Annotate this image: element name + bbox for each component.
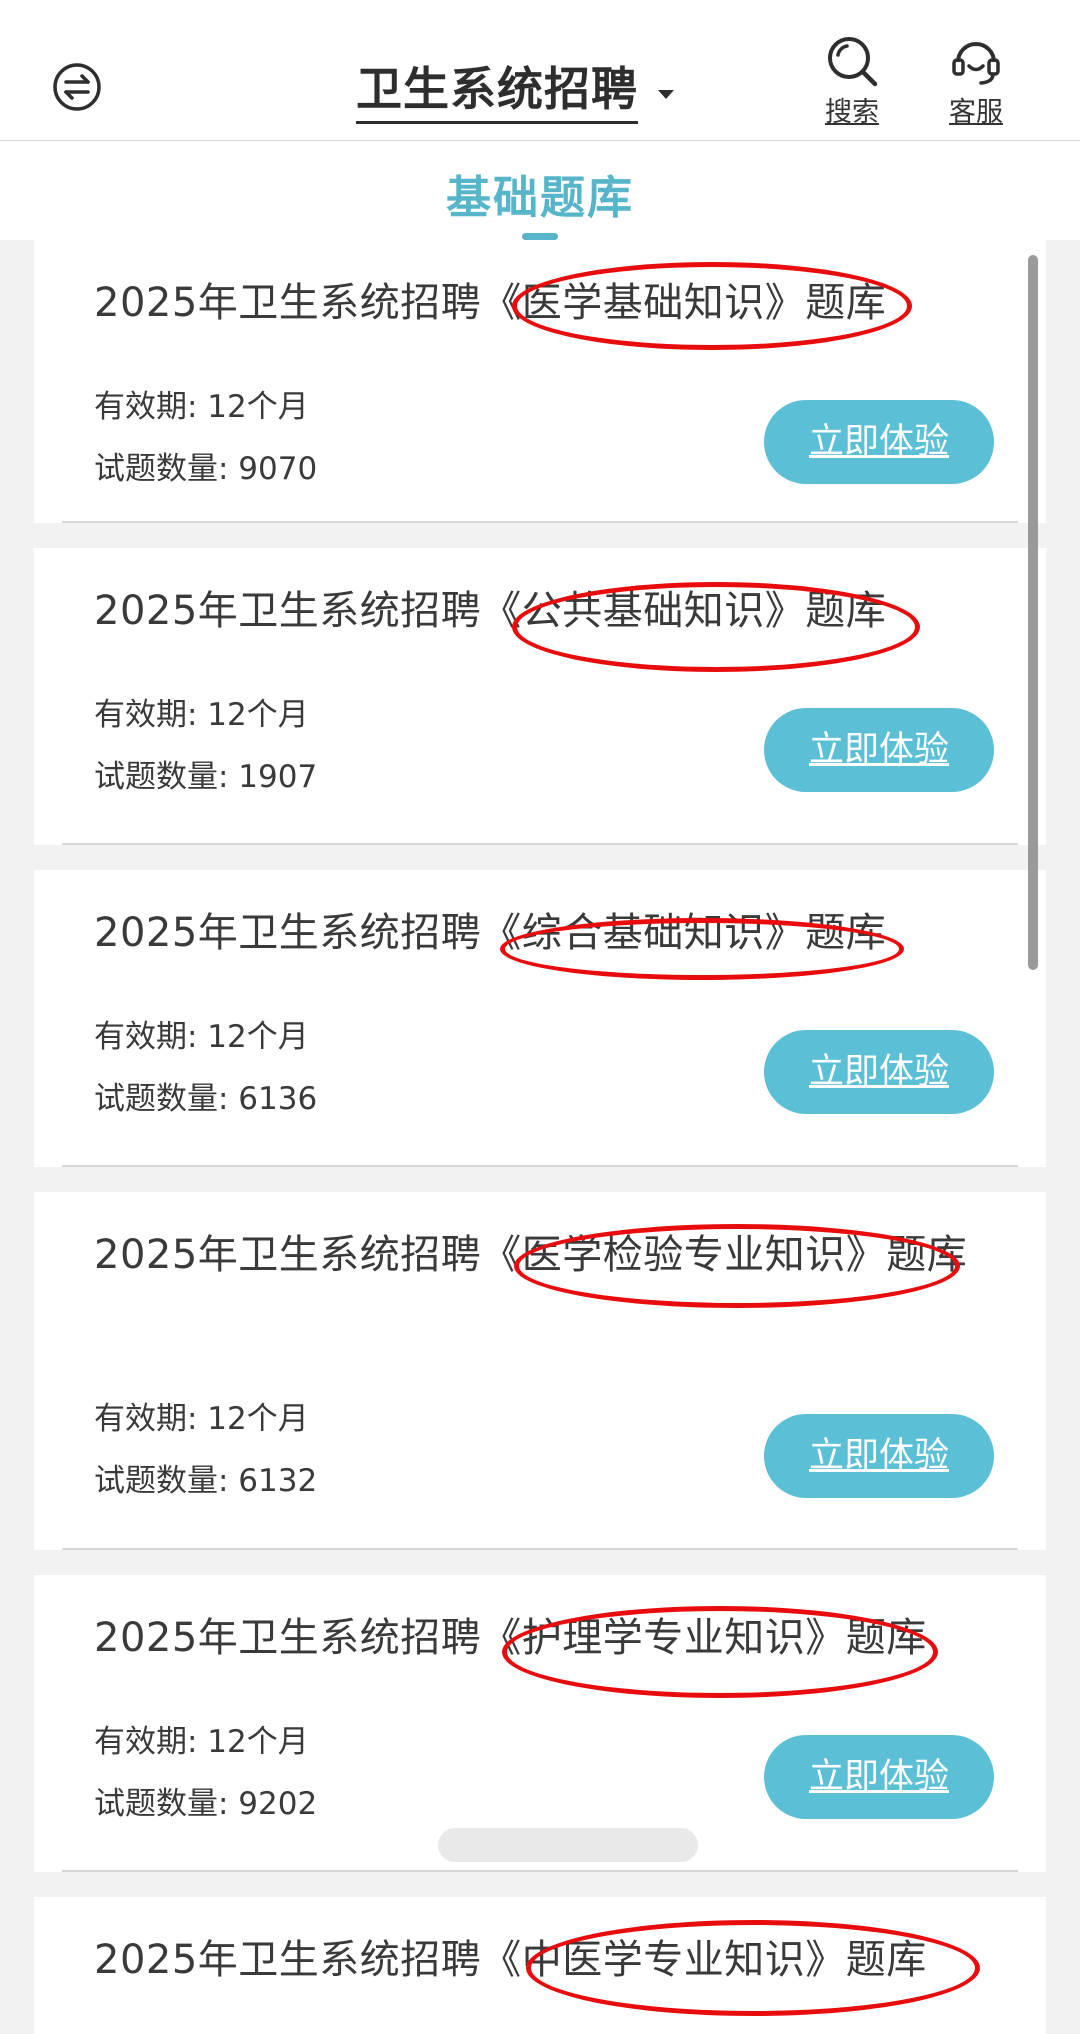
divider (62, 1548, 1018, 1550)
question-bank-card: 2025年卫生系统招聘《医学检验专业知识》题库 有效期: 12个月 试题数量: … (34, 1192, 1046, 1550)
category-dropdown[interactable]: 卫生系统招聘 (356, 58, 696, 124)
card-validity: 有效期: 12个月 (94, 1019, 309, 1055)
search-icon (828, 37, 878, 87)
search-label: 搜索 (825, 97, 879, 128)
card-validity: 有效期: 12个月 (94, 1401, 309, 1437)
try-now-button[interactable]: 立即体验 (764, 1414, 994, 1498)
card-title: 2025年卫生系统招聘《护理学专业知识》题库 (94, 1615, 927, 1661)
question-bank-list[interactable]: 2025年卫生系统招聘《医学基础知识》题库 有效期: 12个月 试题数量: 90… (0, 240, 1080, 2034)
headset-icon (952, 42, 1000, 85)
page-title: 卫生系统招聘 (356, 53, 638, 124)
tab-bar: 基础题库 (0, 141, 1080, 240)
card-title: 2025年卫生系统招聘《公共基础知识》题库 (94, 588, 887, 634)
active-tab-indicator (522, 233, 558, 240)
card-validity: 有效期: 12个月 (94, 389, 309, 425)
card-title: 2025年卫生系统招聘《医学基础知识》题库 (94, 280, 887, 326)
card-question-count: 试题数量: 9202 (94, 1786, 318, 1822)
card-validity: 有效期: 12个月 (94, 1724, 309, 1760)
card-question-count: 试题数量: 6132 (94, 1463, 318, 1499)
service-label: 客服 (949, 97, 1003, 128)
switch-icon[interactable] (52, 62, 102, 112)
question-bank-card: 2025年卫生系统招聘《医学基础知识》题库 有效期: 12个月 试题数量: 90… (34, 240, 1046, 523)
divider (62, 1870, 1018, 1872)
question-bank-card: 2025年卫生系统招聘《中医学专业知识》题库 (34, 1897, 1046, 2034)
caret-down-icon (658, 89, 674, 99)
divider (62, 1165, 1018, 1167)
card-question-count: 试题数量: 6136 (94, 1081, 318, 1117)
card-validity: 有效期: 12个月 (94, 697, 309, 733)
question-bank-card: 2025年卫生系统招聘《公共基础知识》题库 有效期: 12个月 试题数量: 19… (34, 548, 1046, 845)
card-question-count: 试题数量: 1907 (94, 759, 318, 795)
customer-service-button[interactable]: 客服 (931, 34, 1021, 130)
app-header: 卫生系统招聘 搜索 客服 (0, 0, 1080, 141)
question-bank-card: 2025年卫生系统招聘《综合基础知识》题库 有效期: 12个月 试题数量: 61… (34, 870, 1046, 1167)
try-now-button[interactable]: 立即体验 (764, 400, 994, 484)
try-now-button[interactable]: 立即体验 (764, 708, 994, 792)
divider (62, 521, 1018, 523)
search-button[interactable]: 搜索 (807, 34, 897, 130)
try-now-button[interactable]: 立即体验 (764, 1030, 994, 1114)
divider (62, 843, 1018, 845)
try-now-button[interactable]: 立即体验 (764, 1735, 994, 1819)
card-title: 2025年卫生系统招聘《中医学专业知识》题库 (94, 1937, 927, 1983)
scrollbar[interactable] (1028, 255, 1038, 970)
blurred-area (438, 1828, 698, 1862)
card-title: 2025年卫生系统招聘《医学检验专业知识》题库 (94, 1232, 968, 1278)
card-question-count: 试题数量: 9070 (94, 451, 318, 487)
tab-basic-question-bank[interactable]: 基础题库 (0, 161, 1080, 226)
card-title: 2025年卫生系统招聘《综合基础知识》题库 (94, 910, 887, 956)
